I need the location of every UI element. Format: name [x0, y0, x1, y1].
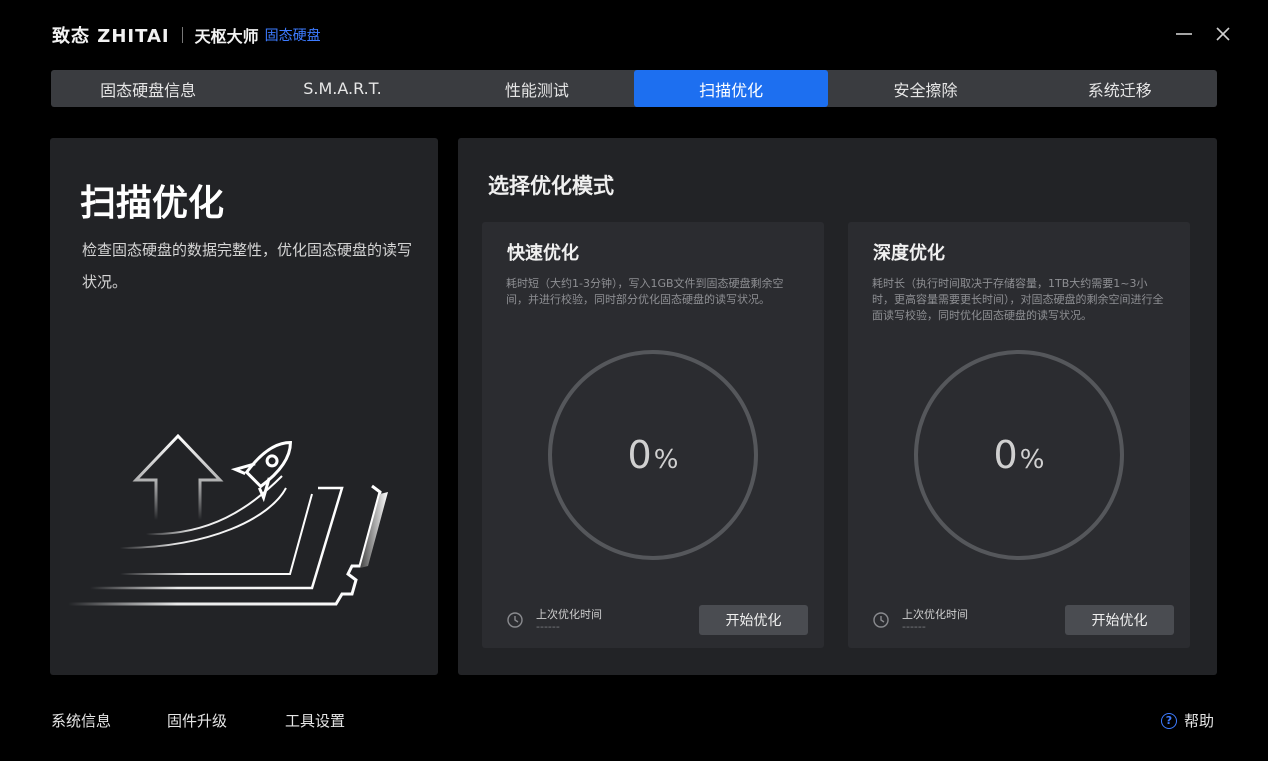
footer-bar: 系统信息 固件升级 工具设置 ? 帮助 [0, 700, 1268, 740]
intro-title: 扫描优化 [80, 183, 225, 224]
quick-progress-ring: 0% [548, 350, 758, 560]
close-icon [1216, 27, 1230, 41]
tab-secure-erase[interactable]: 安全擦除 [828, 70, 1022, 107]
deep-progress-unit: % [1019, 445, 1045, 475]
tab-system-migration[interactable]: 系统迁移 [1023, 70, 1217, 107]
modes-title: 选择优化模式 [488, 174, 614, 198]
intro-panel: 扫描优化 检查固态硬盘的数据完整性，优化固态硬盘的读写状况。 [50, 138, 438, 675]
minimize-button[interactable] [1172, 22, 1196, 46]
rocket-ssd-illustration [68, 433, 388, 606]
quick-progress-value: 0 [627, 433, 652, 477]
tool-settings-link[interactable]: 工具设置 [285, 710, 345, 731]
quick-optimize-description: 耗时短（大约1-3分钟），写入1GB文件到固态硬盘剩余空间，并进行校验，同时部分… [506, 277, 784, 306]
brand: 致态 ZHITAI 天枢大师 固态硬盘 [52, 24, 321, 47]
clock-icon [873, 612, 889, 628]
deep-start-button[interactable]: 开始优化 [1065, 605, 1174, 635]
tab-ssd-info[interactable]: 固态硬盘信息 [51, 70, 245, 107]
clock-icon [507, 612, 523, 628]
quick-progress: 0% [628, 433, 679, 477]
minimize-icon [1176, 33, 1192, 35]
deep-optimize-title: 深度优化 [873, 243, 945, 264]
deep-progress: 0% [994, 433, 1045, 477]
intro-description: 检查固态硬盘的数据完整性，优化固态硬盘的读写状况。 [82, 241, 413, 291]
tab-performance-test[interactable]: 性能测试 [440, 70, 634, 107]
deep-progress-value: 0 [993, 433, 1018, 477]
deep-optimize-card: 深度优化 耗时长（执行时间取决于存储容量，1TB大约需要1~3小时，更高容量需要… [848, 222, 1190, 648]
tab-smart[interactable]: S.M.A.R.T. [245, 70, 439, 107]
help-button[interactable]: ? 帮助 [1161, 710, 1214, 731]
help-icon: ? [1161, 712, 1177, 729]
system-info-link[interactable]: 系统信息 [51, 710, 111, 731]
product-subtitle: 固态硬盘 [264, 28, 321, 44]
firmware-upgrade-link[interactable]: 固件升级 [167, 710, 227, 731]
optimize-modes-panel: 选择优化模式 快速优化 耗时短（大约1-3分钟），写入1GB文件到固态硬盘剩余空… [458, 138, 1217, 675]
help-label: 帮助 [1184, 712, 1215, 730]
main-tabs: 固态硬盘信息 S.M.A.R.T. 性能测试 扫描优化 安全擦除 系统迁移 [51, 70, 1217, 107]
title-bar: 致态 ZHITAI 天枢大师 固态硬盘 [0, 0, 1268, 70]
close-button[interactable] [1211, 22, 1235, 46]
quick-progress-unit: % [653, 445, 679, 475]
brand-logo: 致态 ZHITAI [52, 26, 170, 47]
brand-divider [181, 27, 183, 43]
quick-start-button[interactable]: 开始优化 [699, 605, 808, 635]
deep-optimize-description: 耗时长（执行时间取决于存储容量，1TB大约需要1~3小时，更高容量需要更长时间）… [872, 277, 1164, 322]
quick-optimize-title: 快速优化 [507, 243, 579, 264]
tab-scan-optimize[interactable]: 扫描优化 [633, 70, 829, 107]
quick-last-run-value: ------ [536, 620, 560, 633]
quick-optimize-card: 快速优化 耗时短（大约1-3分钟），写入1GB文件到固态硬盘剩余空间，并进行校验… [482, 222, 824, 648]
product-name: 天枢大师 [194, 27, 259, 46]
deep-progress-ring: 0% [914, 350, 1124, 560]
deep-last-run-value: ------ [902, 620, 926, 633]
